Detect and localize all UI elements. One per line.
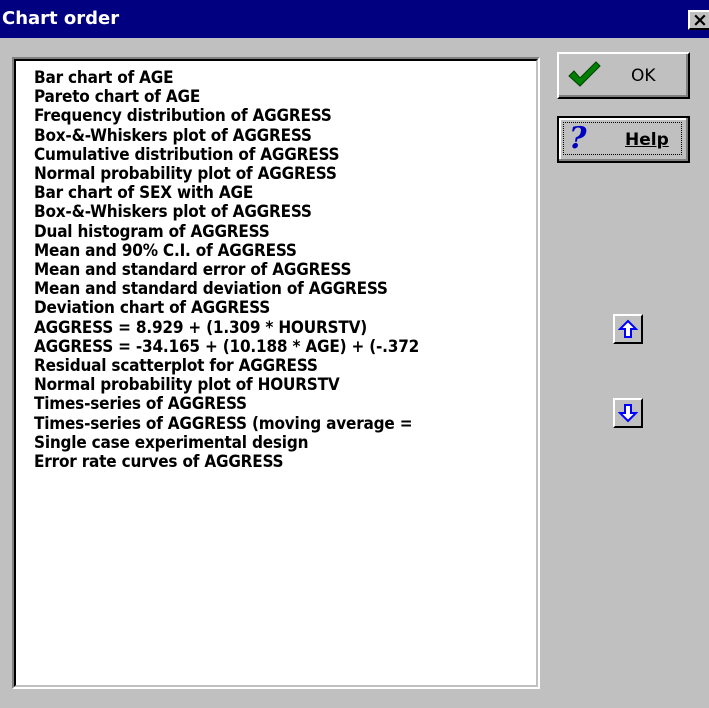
chart-list-item[interactable]: Cumulative distribution of AGGRESS [34,145,536,165]
chart-list-item[interactable]: Times-series of AGGRESS (moving average … [34,414,536,434]
svg-text:?: ? [569,122,587,154]
ok-button-label: OK [631,66,656,86]
chart-list-item[interactable]: Mean and standard deviation of AGGRESS [34,280,536,299]
close-icon: × [692,9,708,31]
title-bar[interactable]: Chart order × [0,0,709,38]
chart-list-item[interactable]: Bar chart of AGE [34,69,536,88]
chart-list-item[interactable]: Mean and 90% C.I. of AGGRESS [34,241,536,261]
chart-list-item[interactable]: AGGRESS = 8.929 + (1.309 * HOURSTV) [34,318,536,338]
close-button[interactable]: × [688,9,709,31]
checkmark-icon [568,61,601,87]
chart-list-item[interactable]: Times-series of AGGRESS [34,395,536,414]
chart-list-item[interactable]: Error rate curves of AGGRESS [34,453,536,472]
chart-list-item[interactable]: Box-&-Whiskers plot of AGGRESS [34,126,536,146]
dialog-title: Chart order [2,8,120,29]
chart-list-item[interactable]: Frequency distribution of AGGRESS [34,107,536,126]
chart-list-item[interactable]: Normal probability plot of AGGRESS [34,165,536,184]
chart-list-item[interactable]: Normal probability plot of HOURSTV [34,376,536,395]
chart-list-item[interactable]: Mean and standard error of AGGRESS [34,261,536,280]
chart-order-list[interactable]: Bar chart of AGE Pareto chart of AGE Frequ… [14,59,538,687]
arrow-up-icon [618,319,638,338]
chart-list-item[interactable]: AGGRESS = -34.165 + (10.188 * AGE) + (-.… [34,337,536,357]
chart-list-item[interactable]: Residual scatterplot for AGGRESS [34,357,536,376]
chart-list-frame: Bar chart of AGE Pareto chart of AGE Frequ… [12,57,540,689]
help-button-label: Help [625,130,669,150]
chart-list-item[interactable]: Bar chart of SEX with AGE [34,184,536,203]
ok-button[interactable]: OK [557,52,690,99]
chart-list-item[interactable]: Box-&-Whiskers plot of AGGRESS [34,203,536,222]
move-down-button[interactable] [613,398,643,428]
chart-list-item[interactable]: Deviation chart of AGGRESS [34,299,536,318]
chart-list-item[interactable]: Pareto chart of AGE [34,88,536,107]
question-mark-icon: ? [569,122,587,154]
arrow-down-icon [618,404,638,423]
help-button[interactable]: ? Help [557,116,690,163]
move-up-button[interactable] [613,314,643,344]
chart-list-item[interactable]: Dual histogram of AGGRESS [34,222,536,242]
chart-order-dialog: Chart order × Bar chart of AGE Pareto cha… [0,0,709,708]
chart-list-item[interactable]: Single case experimental design [34,433,536,453]
